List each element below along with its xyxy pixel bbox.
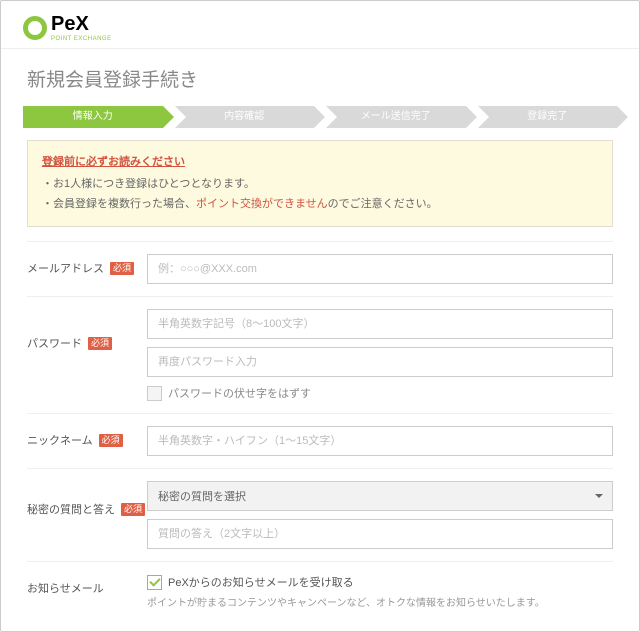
secret-question-value: 秘密の質問を選択 — [158, 488, 246, 504]
step-3: メール送信完了 — [326, 106, 466, 128]
step-indicator: 情報入力 内容確認 メール送信完了 登録完了 — [1, 102, 639, 138]
required-badge: 必須 — [121, 503, 145, 516]
password-show-checkbox-row[interactable]: パスワードの伏せ字をはずす — [147, 385, 613, 401]
label-password: パスワード — [27, 335, 82, 351]
required-badge: 必須 — [110, 262, 134, 275]
registration-form: メールアドレス 必須 パスワード 必須 パスワードの伏せ字をはずす — [1, 241, 639, 621]
newsletter-checkbox-label: PeXからのお知らせメールを受け取る — [168, 574, 354, 590]
label-secret-col: 秘密の質問と答え 必須 — [27, 481, 147, 517]
step-4: 登録完了 — [478, 106, 618, 128]
password-show-label: パスワードの伏せ字をはずす — [168, 385, 311, 401]
step-1: 情報入力 — [23, 106, 163, 128]
label-newsletter: お知らせメール — [27, 580, 104, 596]
page-title: 新規会員登録手続き — [1, 49, 639, 102]
brand-name: PeX — [51, 13, 89, 35]
checkbox-checked-icon — [147, 575, 162, 590]
label-password-col: パスワード 必須 — [27, 309, 147, 351]
newsletter-hint: ポイントが貯まるコンテンツやキャンペーンなど、オトクな情報をお知らせいたします。 — [147, 594, 613, 609]
logo-ring-icon — [23, 16, 47, 40]
secret-question-select[interactable]: 秘密の質問を選択 — [147, 481, 613, 511]
step-2: 内容確認 — [175, 106, 315, 128]
password-confirm-field[interactable] — [147, 347, 613, 377]
notice-title: 登録前に必ずお読みください — [42, 153, 185, 173]
notice-warning: ポイント交換ができません — [196, 198, 328, 210]
label-secret: 秘密の質問と答え — [27, 501, 115, 517]
label-email: メールアドレス — [27, 260, 104, 276]
label-nickname: ニックネーム — [27, 432, 93, 448]
notice-line-2b: のでご注意ください。 — [328, 198, 438, 210]
nickname-field[interactable] — [147, 426, 613, 456]
notice-line-2a: ・会員登録を複数行った場合、 — [42, 198, 196, 210]
required-badge: 必須 — [88, 337, 112, 350]
checkbox-icon — [147, 386, 162, 401]
secret-answer-field[interactable] — [147, 519, 613, 549]
label-nickname-col: ニックネーム 必須 — [27, 426, 147, 448]
password-field[interactable] — [147, 309, 613, 339]
newsletter-checkbox-row[interactable]: PeXからのお知らせメールを受け取る — [147, 574, 613, 590]
app-header: PeX POINT EXCHANGE — [1, 1, 639, 49]
label-email-col: メールアドレス 必須 — [27, 254, 147, 276]
brand-logo: PeX POINT EXCHANGE — [23, 13, 617, 42]
row-newsletter: お知らせメール PeXからのお知らせメールを受け取る ポイントが貯まるコンテンツ… — [27, 561, 613, 621]
row-email: メールアドレス 必須 — [27, 241, 613, 296]
notice-box: 登録前に必ずお読みください ・お1人様につき登録はひとつとなります。 ・会員登録… — [27, 140, 613, 227]
notice-line-1: ・お1人様につき登録はひとつとなります。 — [42, 178, 255, 190]
row-password: パスワード 必須 パスワードの伏せ字をはずす — [27, 296, 613, 413]
email-field[interactable] — [147, 254, 613, 284]
brand-subtitle: POINT EXCHANGE — [51, 36, 112, 42]
required-badge: 必須 — [99, 434, 123, 447]
row-nickname: ニックネーム 必須 — [27, 413, 613, 468]
row-secret: 秘密の質問と答え 必須 秘密の質問を選択 — [27, 468, 613, 561]
label-newsletter-col: お知らせメール — [27, 574, 147, 596]
